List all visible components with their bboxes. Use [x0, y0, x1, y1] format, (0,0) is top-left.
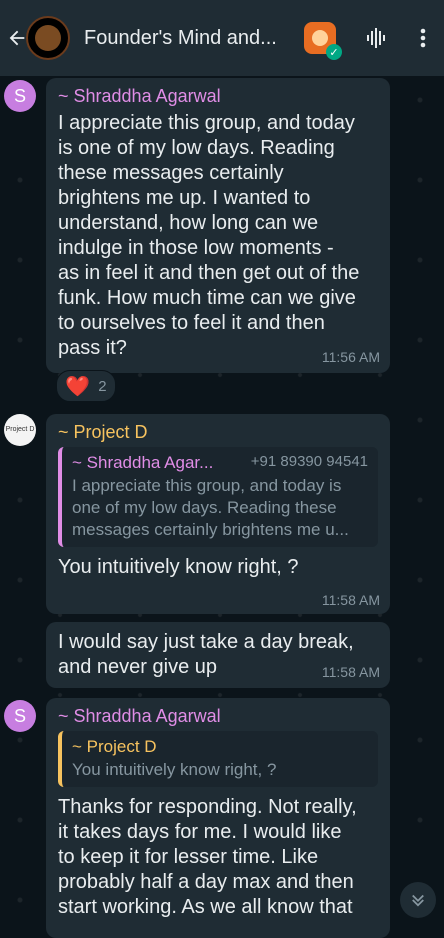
message-bubble[interactable]: ~ Project D ~ Shraddha Agar... +91 89390…	[46, 414, 390, 614]
message-line: it takes days for me. I would like	[58, 821, 342, 843]
chat-title[interactable]: Founder's Mind and...	[84, 27, 294, 50]
message-line: indulge in those low moments -	[58, 237, 334, 259]
message-line: to keep it for lesser time. Like	[58, 846, 319, 868]
app-logo-icon	[312, 30, 328, 46]
sender-avatar[interactable]: Project D	[4, 414, 36, 446]
reaction-count: 2	[98, 377, 107, 395]
message-line: as in feel it and then get out of the	[58, 262, 360, 284]
message-timestamp: 11:56 AM	[321, 349, 380, 365]
more-vertical-icon	[420, 28, 426, 48]
message-bubble[interactable]: I would say just take a day break, and n…	[46, 622, 390, 688]
group-logo-icon	[35, 25, 61, 51]
message-timestamp: 11:58 AM	[321, 664, 380, 680]
message-line: these messages certainly	[58, 162, 284, 184]
audio-wave-icon	[367, 28, 385, 48]
avatar-letter: S	[13, 85, 26, 106]
message-line: Thanks for responding. Not really,	[58, 796, 357, 818]
message-text: You intuitively know right, ?	[58, 556, 299, 578]
message-line: understand, how long can we	[58, 212, 319, 234]
quoted-text: You intuitively know right, ?	[72, 760, 277, 779]
message-line: I appreciate this group, and today	[58, 112, 355, 134]
voice-chat-button[interactable]	[364, 26, 388, 55]
sender-name[interactable]: ~ Shraddha Agarwal	[58, 86, 378, 107]
message-line: funk. How much time can we give	[58, 287, 356, 309]
app-shortcut-button[interactable]: ✓	[304, 22, 342, 60]
quoted-sender: ~ Shraddha Agar...	[72, 453, 214, 472]
message-bubble[interactable]: ~ Shraddha Agarwal I appreciate this gro…	[46, 78, 390, 373]
message-line: is one of my low days. Reading	[58, 137, 335, 159]
message-timestamp: 11:58 AM	[321, 592, 380, 608]
arrow-left-icon	[9, 30, 25, 46]
sender-avatar[interactable]: S	[4, 80, 36, 112]
quoted-line: I appreciate this group, and today is	[72, 476, 342, 495]
chat-header: Founder's Mind and... ✓	[0, 0, 444, 76]
message-text: I appreciate this group, and today is on…	[58, 111, 378, 361]
sender-name[interactable]: ~ Shraddha Agarwal	[58, 706, 378, 727]
quoted-sender: ~ Project D	[72, 737, 157, 756]
quoted-message[interactable]: ~ Shraddha Agar... +91 89390 94541 I app…	[58, 447, 378, 547]
message-line: I would say just take a day break,	[58, 631, 354, 653]
check-badge-icon: ✓	[326, 44, 342, 60]
reaction-badge[interactable]: ❤️ 2	[56, 370, 116, 402]
quoted-message[interactable]: ~ Project D You intuitively know right, …	[58, 731, 378, 787]
message-line: probably half a day max and then	[58, 871, 354, 893]
scroll-to-bottom-button[interactable]	[400, 882, 436, 918]
avatar-label: Project D	[5, 426, 35, 433]
message-bubble[interactable]: ~ Shraddha Agarwal ~ Project D You intui…	[46, 698, 390, 938]
double-chevron-down-icon	[412, 894, 424, 907]
quoted-phone: +91 89390 94541	[250, 453, 368, 470]
avatar-letter: S	[13, 705, 26, 726]
message-text: Thanks for responding. Not really, it ta…	[58, 795, 378, 920]
message-line: brightens me up. I wanted to	[58, 187, 311, 209]
heart-icon: ❤️	[65, 375, 91, 398]
message-line: to ourselves to feel it and then	[58, 312, 325, 334]
overflow-menu-button[interactable]	[418, 26, 428, 55]
message-line: start working. As we all know that	[58, 896, 353, 918]
quoted-text: I appreciate this group, and today is on…	[72, 475, 368, 541]
group-avatar[interactable]	[26, 16, 70, 60]
sender-avatar[interactable]: S	[4, 700, 36, 732]
quoted-line: one of my low days. Reading these	[72, 498, 337, 517]
sender-name[interactable]: ~ Project D	[58, 422, 378, 443]
quoted-line: messages certainly brightens me u...	[72, 520, 349, 539]
